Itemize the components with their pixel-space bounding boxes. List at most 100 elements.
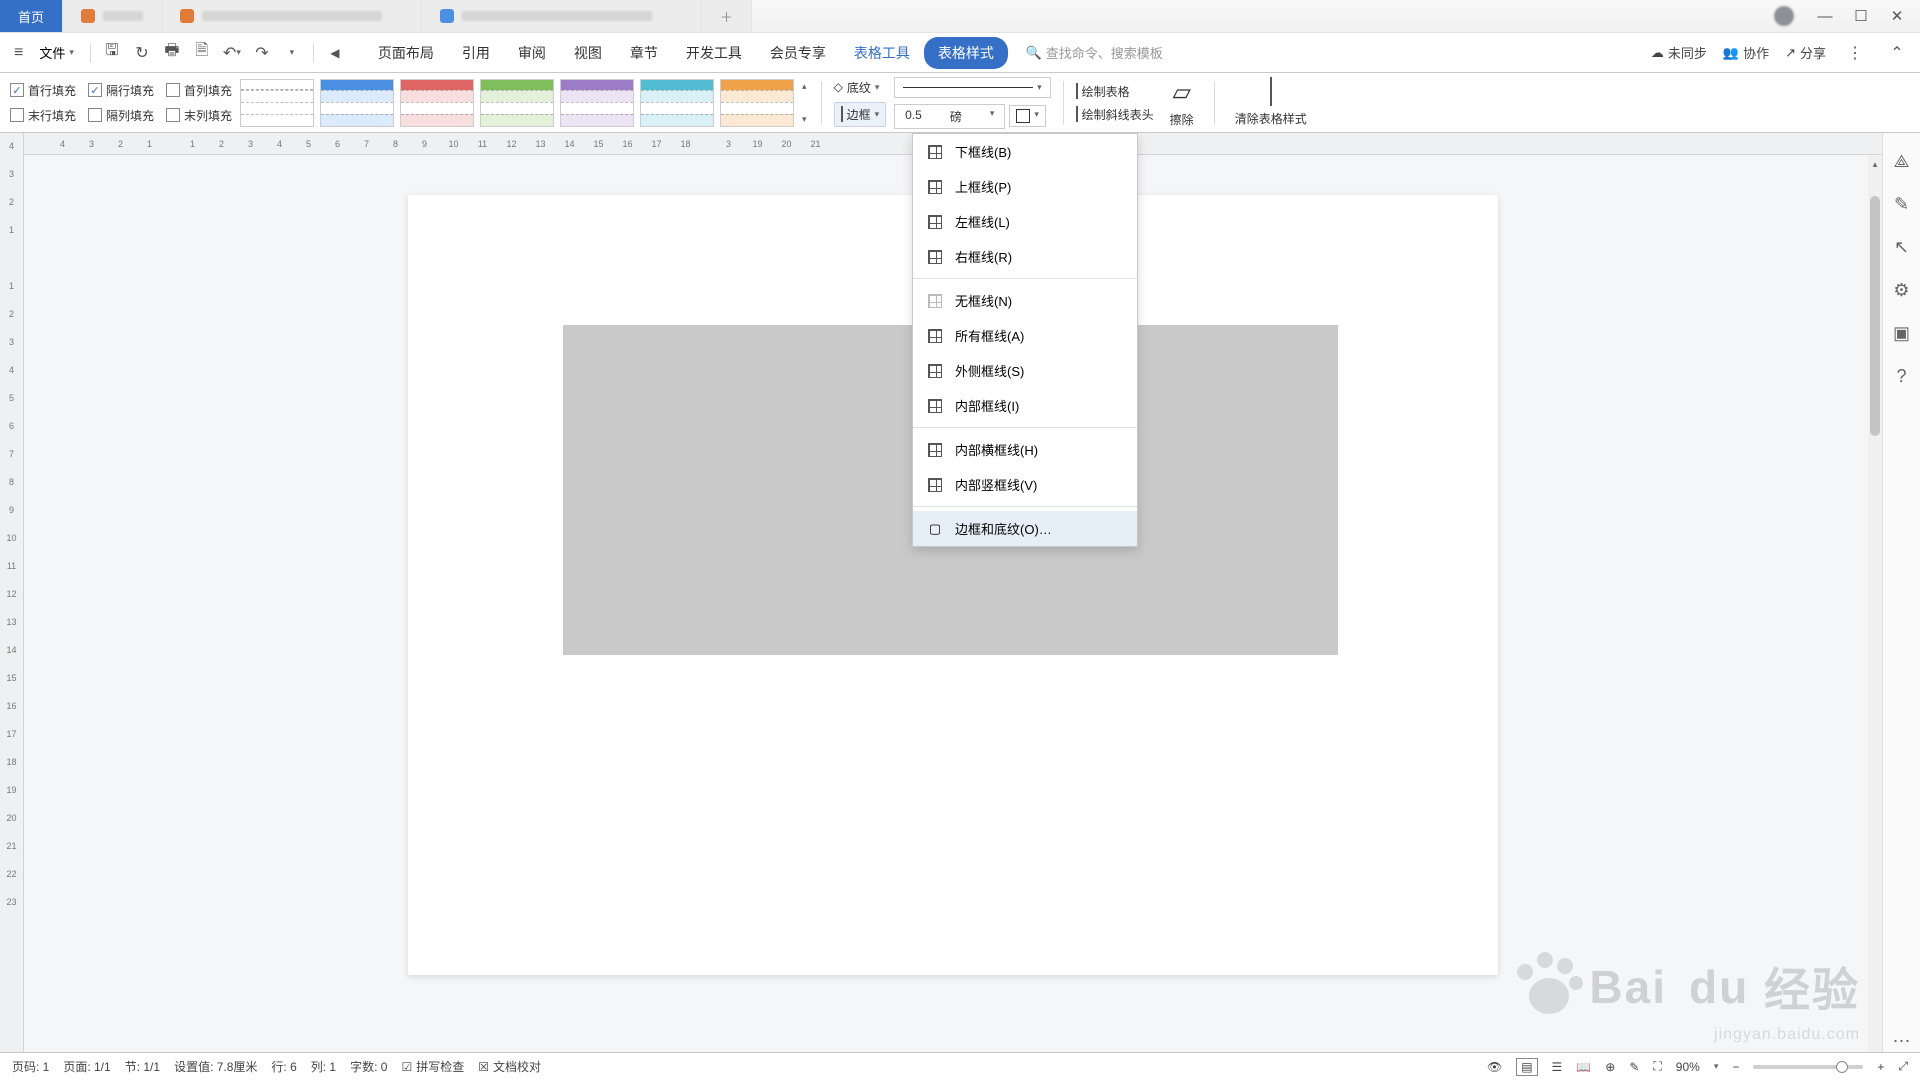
style-red[interactable] <box>400 79 474 127</box>
doc-tab-3[interactable] <box>422 0 702 32</box>
tab-member[interactable]: 会员专享 <box>756 35 840 71</box>
tab-chapter[interactable]: 章节 <box>616 35 672 71</box>
dd-left-border[interactable]: 左框线(L) <box>913 204 1137 239</box>
web-view-icon[interactable]: ⊕ <box>1605 1060 1615 1074</box>
style-plain[interactable] <box>240 79 314 127</box>
zoom-value[interactable]: 90% <box>1676 1060 1700 1074</box>
help-icon[interactable]: ? <box>1896 366 1906 387</box>
close-button[interactable]: ✕ <box>1882 4 1912 28</box>
draw-table-button[interactable]: 绘制表格 <box>1076 83 1154 100</box>
outline-view-icon[interactable]: ☰ <box>1552 1060 1563 1074</box>
doc-tab-2[interactable] <box>162 0 422 32</box>
dd-inside-vertical[interactable]: 内部竖框线(V) <box>913 467 1137 502</box>
style-orange[interactable] <box>720 79 794 127</box>
tab-view[interactable]: 视图 <box>560 35 616 71</box>
print-icon[interactable]: 🖶 <box>159 40 185 66</box>
status-row[interactable]: 行: 6 <box>271 1058 296 1075</box>
eye-icon[interactable]: 👁 <box>1487 1060 1502 1074</box>
chk-last-row[interactable]: 末行填充 <box>10 107 76 124</box>
dd-right-border[interactable]: 右框线(R) <box>913 239 1137 274</box>
user-avatar[interactable] <box>1774 6 1794 26</box>
border-button[interactable]: 边框▾ <box>834 102 887 127</box>
share-button[interactable]: ↗分享 <box>1785 43 1826 62</box>
dd-inside-horizontal[interactable]: 内部横框线(H) <box>913 432 1137 467</box>
border-color-button[interactable]: ▾ <box>1009 105 1046 127</box>
search-box[interactable]: 🔍 查找命令、搜索模板 <box>1026 43 1647 62</box>
zoom-in-icon[interactable]: + <box>1877 1060 1884 1074</box>
status-page[interactable]: 页面: 1/1 <box>63 1058 110 1075</box>
tab-devtools[interactable]: 开发工具 <box>672 35 756 71</box>
proofread-button[interactable]: ☒文档校对 <box>478 1058 541 1075</box>
maximize-button[interactable]: ☐ <box>1846 4 1876 28</box>
dd-no-border[interactable]: 无框线(N) <box>913 283 1137 318</box>
box-icon[interactable]: ▣ <box>1893 323 1910 344</box>
dd-bottom-border[interactable]: 下框线(B) <box>913 134 1137 169</box>
draw-diagonal-button[interactable]: 绘制斜线表头 <box>1076 106 1154 123</box>
line-style-button[interactable]: ▾ <box>894 77 1051 98</box>
style-green[interactable] <box>480 79 554 127</box>
status-section[interactable]: 节: 1/1 <box>125 1058 160 1075</box>
hamburger-icon[interactable]: ≡ <box>10 40 27 66</box>
dd-top-border[interactable]: 上框线(P) <box>913 169 1137 204</box>
zoom-out-icon[interactable]: − <box>1732 1060 1739 1074</box>
minimize-button[interactable]: — <box>1810 4 1840 28</box>
chk-last-col[interactable]: 末列填充 <box>166 107 232 124</box>
dots-icon[interactable]: ⋯ <box>1893 1031 1911 1052</box>
eraser-button[interactable]: ▱ 擦除 <box>1162 78 1202 128</box>
collab-button[interactable]: 👥协作 <box>1723 43 1769 62</box>
dd-outside-borders[interactable]: 外侧框线(S) <box>913 353 1137 388</box>
status-page-no[interactable]: 页码: 1 <box>12 1058 49 1075</box>
edit-icon[interactable]: ✎ <box>1629 1060 1639 1074</box>
fullscreen-icon[interactable]: ⤢ <box>1898 1059 1908 1074</box>
save-as-icon[interactable]: ↻ <box>129 40 155 66</box>
tab-table-tools[interactable]: 表格工具 <box>840 35 924 71</box>
redo-icon[interactable]: ↷ <box>249 40 275 66</box>
fit-icon[interactable]: ⛶ <box>1653 1059 1661 1074</box>
unsync-button[interactable]: ☁未同步 <box>1651 43 1707 62</box>
style-blue[interactable] <box>320 79 394 127</box>
chk-first-col[interactable]: 首列填充 <box>166 82 232 99</box>
vertical-scrollbar[interactable]: ▴ <box>1868 155 1882 1052</box>
save-icon[interactable]: 🖫 <box>99 40 125 66</box>
status-words[interactable]: 字数: 0 <box>350 1058 387 1075</box>
tab-review[interactable]: 审阅 <box>504 35 560 71</box>
pen-icon[interactable]: ✎ <box>1894 194 1909 215</box>
cursor-icon[interactable]: ↖ <box>1894 237 1909 258</box>
tab-table-style[interactable]: 表格样式 <box>924 37 1008 69</box>
file-menu[interactable]: 文件 ▾ <box>31 39 82 66</box>
sliders-icon[interactable]: ⚙ <box>1893 280 1909 301</box>
dd-borders-and-shading[interactable]: ▢边框和底纹(O)… <box>913 511 1137 546</box>
reading-view-icon[interactable]: 📖 <box>1576 1060 1591 1074</box>
clear-table-style-button[interactable]: 清除表格样式 <box>1227 78 1315 127</box>
style-cyan[interactable] <box>640 79 714 127</box>
shading-button[interactable]: ◇底纹▾ <box>834 79 887 96</box>
zoom-slider[interactable] <box>1753 1065 1863 1069</box>
spellcheck-button[interactable]: ☑拼写检查 <box>401 1058 464 1075</box>
table-style-gallery[interactable]: ▴▾ <box>240 79 809 127</box>
page-view-icon[interactable]: ▤ <box>1516 1058 1537 1076</box>
nav-left-icon[interactable]: ◀ <box>322 40 348 66</box>
more-icon[interactable]: ⋮ <box>1842 40 1868 66</box>
status-position[interactable]: 设置值: 7.8厘米 <box>174 1058 257 1075</box>
scroll-thumb[interactable] <box>1870 196 1880 436</box>
gallery-scroll[interactable]: ▴▾ <box>800 79 809 127</box>
border-weight-input[interactable]: 0.5磅▾ <box>894 104 1005 129</box>
undo-icon[interactable]: ↶▾ <box>219 40 245 66</box>
style-purple[interactable] <box>560 79 634 127</box>
canvas[interactable]: 4321123456789101112131415161718319202130… <box>24 133 1882 1052</box>
doc-tab-1[interactable] <box>63 0 162 32</box>
print-preview-icon[interactable]: 🗎 <box>189 40 215 66</box>
tab-page-layout[interactable]: 页面布局 <box>364 35 448 71</box>
dd-inside-borders[interactable]: 内部框线(I) <box>913 388 1137 423</box>
customize-qa-icon[interactable]: ▾ <box>279 40 305 66</box>
tab-references[interactable]: 引用 <box>448 35 504 71</box>
dd-all-borders[interactable]: 所有框线(A) <box>913 318 1137 353</box>
chk-first-row[interactable]: ✓首行填充 <box>10 82 76 99</box>
status-col[interactable]: 列: 1 <box>311 1058 336 1075</box>
collapse-ribbon-icon[interactable]: ⌃ <box>1884 40 1910 66</box>
chk-banded-row[interactable]: ✓隔行填充 <box>88 82 154 99</box>
rocket-icon[interactable]: ⟁ <box>1893 151 1909 172</box>
chk-banded-col[interactable]: 隔列填充 <box>88 107 154 124</box>
home-tab[interactable]: 首页 <box>0 0 63 32</box>
new-tab-button[interactable]: ＋ <box>702 0 752 32</box>
